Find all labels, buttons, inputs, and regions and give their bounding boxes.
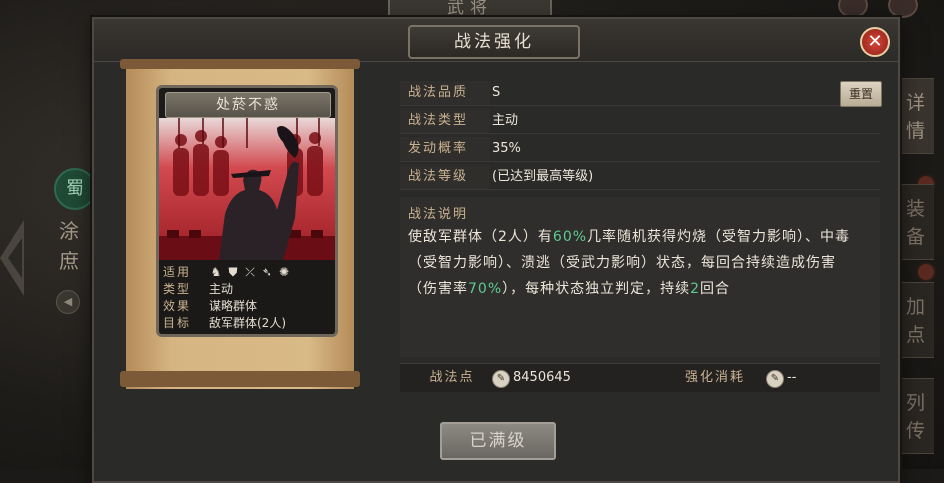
feather-coin-icon: ✎ (492, 370, 510, 388)
scroll-rod-bottom (120, 371, 360, 387)
prop-row-type: 战法类型 主动 (400, 109, 880, 134)
close-button[interactable]: ✕ (860, 27, 890, 57)
prop-key: 发动概率 (400, 137, 490, 161)
prop-row-quality: 战法品质 S (400, 81, 880, 106)
card-info-panel: 适用 ♞ ⛊ ⤫ ➴ ✺ 类型 主动 效果 谋略群体 目标 敌军群体(2人) (159, 260, 335, 334)
side-tab-equipment-label: 装备 (905, 198, 925, 248)
desc-part: 回合 (700, 281, 731, 297)
side-tab-details[interactable]: 详情 (896, 78, 934, 154)
prop-value: S (492, 85, 501, 100)
bow-icon: ⤫ (245, 265, 255, 279)
prop-value: 主动 (492, 113, 519, 128)
side-tab-details-label: 详情 (905, 92, 925, 142)
info-key: 目标 (163, 316, 192, 330)
shield-icon: ⛊ (228, 265, 238, 279)
tactic-points-value: 8450645 (513, 370, 571, 385)
scroll-rod-top (120, 59, 360, 69)
feather-coin-icon: ✎ (766, 370, 784, 388)
spear-icon: ➴ (261, 265, 273, 279)
points-bar: 战法点 ✎ 8450645 强化消耗 ✎ -- (400, 363, 880, 392)
prop-key: 战法类型 (400, 109, 490, 133)
tactic-upgrade-dialog: 战法强化 ✕ 处菸不惑 适用 ♞ ⛊ ⤫ ➴ ✺ 类型 主动 效果 谋略群体 目… (92, 17, 900, 483)
close-icon: ✕ (867, 31, 883, 52)
info-value: 谋略群体 (209, 299, 258, 313)
tactic-points-label: 战法点 (429, 370, 475, 385)
desc-highlight: 60% (552, 229, 588, 245)
tactic-illustration (159, 118, 335, 260)
speaker-icon[interactable]: ◀ (56, 290, 80, 314)
general-name: 涂庶 (59, 219, 79, 273)
unit-types: ♞ ⛊ ⤫ ➴ ✺ (209, 264, 335, 281)
side-tab-equipment[interactable]: 装备 (896, 184, 934, 260)
faction-badge: 蜀 (54, 168, 96, 210)
info-value: 主动 (209, 282, 234, 296)
tactic-card: 处菸不惑 适用 ♞ ⛊ ⤫ ➴ ✺ 类型 主动 效果 谋略群体 目标 敌军群体(… (156, 85, 338, 337)
desc-highlight: 70% (468, 281, 503, 297)
upgrade-cost-label: 强化消耗 (684, 370, 745, 385)
reset-button[interactable]: 重置 (840, 81, 882, 107)
side-tab-biography-label: 列传 (905, 392, 925, 442)
side-tab-biography[interactable]: 列传 (896, 378, 934, 454)
cavalry-icon: ♞ (210, 265, 222, 279)
tactic-name: 处菸不惑 (165, 92, 331, 118)
description-title: 战法说明 (408, 207, 469, 222)
description-text: 使敌军群体（2人）有60%几率随机获得灼烧（受智力影响）、中毒（受智力影响）、溃… (408, 224, 862, 302)
info-value: 敌军群体(2人) (209, 316, 286, 330)
description-panel: 战法说明 使敌军群体（2人）有60%几率随机获得灼烧（受智力影响）、中毒（受智力… (400, 197, 880, 357)
prop-key: 战法等级 (400, 165, 490, 189)
notification-dot (916, 262, 936, 282)
prop-row-chance: 发动概率 35% (400, 137, 880, 162)
side-tab-points[interactable]: 加点 (896, 282, 934, 358)
info-key: 效果 (163, 299, 192, 313)
prop-key: 战法品质 (400, 81, 490, 105)
desc-part: 使敌军群体（2人）有 (408, 229, 553, 245)
side-tab-points-label: 加点 (905, 296, 925, 346)
prop-value: (已达到最高等级) (492, 169, 594, 184)
desc-part: ），每种状态独立判定，持续 (502, 281, 691, 297)
info-key: 类型 (163, 282, 192, 296)
prop-row-level: 战法等级 (已达到最高等级) (400, 165, 880, 190)
upgrade-cost-value: -- (787, 370, 797, 385)
dialog-title: 战法强化 (408, 25, 580, 59)
wheel-icon: ✺ (278, 265, 290, 279)
prev-arrow-inner (8, 238, 22, 278)
maxed-button[interactable]: 已满级 (440, 422, 556, 460)
info-key: 适用 (163, 265, 192, 279)
desc-highlight: 2 (690, 281, 701, 297)
prop-value: 35% (492, 141, 521, 156)
